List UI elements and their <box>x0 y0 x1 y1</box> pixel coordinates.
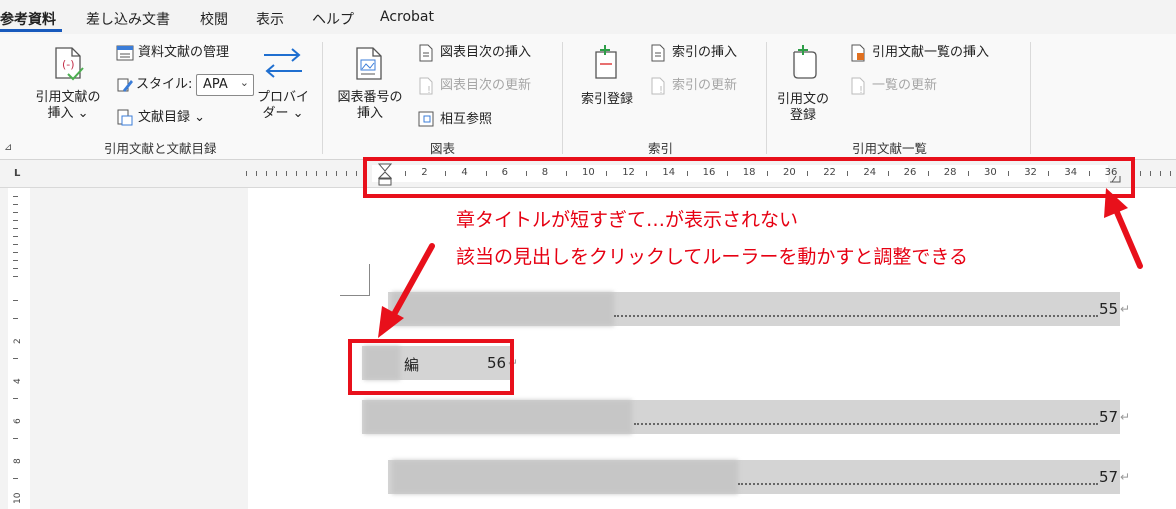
arrow-to-ruler-icon <box>1104 188 1143 269</box>
annotation-arrows <box>378 188 1143 338</box>
arrow-to-entry-icon <box>378 243 435 338</box>
